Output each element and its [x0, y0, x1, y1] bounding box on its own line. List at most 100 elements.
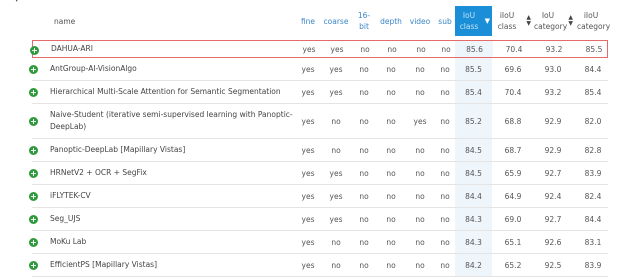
cell-depth: no [387, 44, 397, 54]
cell-iou-class: 85.4 [455, 81, 492, 103]
table-row[interactable]: + EfficientPS [Mapillary Vistas] yes no no no… [29, 254, 608, 277]
expand-plus-icon[interactable]: + [29, 88, 38, 97]
cell-iou-class: 85.6 [456, 41, 493, 57]
expand-plus-icon[interactable]: + [29, 169, 38, 178]
method-name[interactable]: HRNetV2 + OCR + SegFix [50, 162, 300, 184]
cell-depth: no [386, 116, 396, 126]
expand-plus-icon[interactable]: + [29, 117, 38, 126]
table-row[interactable]: + iFLYTEK-CV yes yes no no no no 84.4 64.9 92.4 82.… [29, 185, 608, 208]
cell-video: no [415, 260, 425, 270]
expand-plus-icon[interactable]: + [29, 238, 38, 247]
column-header-iiou-category[interactable]: iIoU category [577, 6, 610, 36]
cell-iou-category: 92.7 [544, 168, 562, 178]
column-header-iou-class[interactable]: IoU class ▼ [455, 6, 492, 36]
column-header-video[interactable]: video [406, 6, 434, 36]
cell-iiou-category: 83.1 [584, 237, 602, 247]
expand-plus-icon[interactable]: + [29, 261, 38, 270]
cell-iiou-class: 69.0 [504, 214, 522, 224]
cell-sub: no [440, 260, 450, 270]
cell-iiou-category: 82.8 [584, 145, 602, 155]
cell-fine: yes [301, 64, 315, 74]
section-header[interactable]: ▼ [14, 0, 25, 5]
method-name[interactable]: Seg_UJS [50, 208, 300, 230]
cell-video: no [415, 145, 425, 155]
cell-sub: no [440, 191, 450, 201]
table-row[interactable]: + HRNetV2 + OCR + SegFix yes yes no no no no 84.… [29, 162, 608, 185]
cell-fine: yes [301, 191, 315, 201]
cell-iiou-category: 82.4 [584, 191, 602, 201]
column-header-name[interactable]: name [54, 6, 294, 36]
cell-depth: no [386, 214, 396, 224]
column-header-depth[interactable]: depth [378, 6, 404, 36]
cell-iou-category: 93.2 [545, 44, 563, 54]
cell-sub: no [440, 214, 450, 224]
method-name[interactable]: DAHUA-ARI [51, 41, 301, 57]
cell-sub: no [440, 116, 450, 126]
method-name[interactable]: Panoptic-DeepLab [Mapillary Vistas] [50, 139, 300, 161]
expand-plus-icon[interactable]: + [29, 146, 38, 155]
cell-iiou-category: 82.0 [584, 116, 602, 126]
collapse-caret-icon[interactable]: ▼ [14, 0, 19, 3]
table-row[interactable]: + DAHUA-ARI yes yes no no no no 85.6 70.4 93.2 85.5 [30, 40, 608, 58]
cell-iiou-class: 64.9 [504, 191, 522, 201]
cell-iou-class: 84.2 [455, 254, 492, 276]
cell-bit16: no [359, 116, 369, 126]
cell-coarse: yes [329, 168, 343, 178]
cell-iiou-category: 85.4 [584, 87, 602, 97]
cell-video: no [415, 237, 425, 247]
cell-coarse: yes [329, 64, 343, 74]
cell-iiou-class: 69.6 [504, 64, 522, 74]
results-table-body: + DAHUA-ARI yes yes no no no no 85.6 70.4 93.2 85.5… [29, 40, 608, 277]
cell-iiou-category: 83.9 [584, 168, 602, 178]
sort-both-icon: ▲ ▼ [526, 14, 531, 27]
method-name[interactable]: EfficientPS [Mapillary Vistas] [50, 254, 300, 276]
expand-plus-icon[interactable]: + [30, 45, 39, 55]
cell-iou-class: 84.3 [455, 231, 492, 253]
leaderboard-page: ▼ name fine coarse 16-bit depth video su… [0, 0, 640, 280]
cell-iiou-class: 65.1 [504, 237, 522, 247]
column-header-16bit[interactable]: 16-bit [353, 6, 375, 36]
table-row[interactable]: + Seg_UJS yes yes no no no no 84.3 69.0 92.7 84.4 [29, 208, 608, 231]
column-header-iou-category[interactable]: IoU category ▲ ▼ [534, 6, 574, 36]
table-row[interactable]: + Naive-Student (iterative semi-supervise… [29, 104, 608, 139]
cell-fine: yes [302, 44, 316, 54]
column-header-iou-class-label: IoU class [459, 11, 479, 31]
cell-depth: no [386, 260, 396, 270]
table-header: name fine coarse 16-bit depth video sub … [32, 6, 610, 36]
cell-coarse: no [331, 116, 341, 126]
table-row[interactable]: + MoKu Lab yes no no no no no 84.3 65.1 92.6 83.1 [29, 231, 608, 254]
method-name[interactable]: Naive-Student (iterative semi-supervised… [50, 104, 300, 138]
table-row[interactable]: + AntGroup-AI-VisionAlgo yes yes no no no no 85.… [29, 58, 608, 81]
expand-plus-icon[interactable]: + [29, 215, 38, 224]
column-header-16bit-label: 16-bit [357, 11, 371, 31]
cell-iou-category: 92.4 [544, 191, 562, 201]
table-row[interactable]: + Panoptic-DeepLab [Mapillary Vistas] yes n… [29, 139, 608, 162]
cell-video: no [415, 64, 425, 74]
method-name[interactable]: Hierarchical Multi-Scale Attention for S… [50, 81, 300, 103]
cell-iiou-class: 65.2 [504, 260, 522, 270]
cell-iiou-category: 84.4 [584, 64, 602, 74]
table-row[interactable]: + Hierarchical Multi-Scale Attention for … [29, 81, 608, 104]
cell-bit16: no [359, 87, 369, 97]
column-header-iiou-class[interactable]: iIoU class ▲ ▼ [496, 6, 532, 36]
cell-sub: no [440, 87, 450, 97]
expand-plus-icon[interactable]: + [29, 65, 38, 74]
cell-fine: yes [301, 214, 315, 224]
column-header-depth-label: depth [380, 16, 402, 26]
column-header-coarse[interactable]: coarse [321, 6, 351, 36]
cell-video: no [415, 191, 425, 201]
cell-iou-class: 84.3 [455, 208, 492, 230]
cell-iou-category: 92.5 [544, 260, 562, 270]
cell-iou-category: 93.2 [544, 87, 562, 97]
cell-fine: yes [301, 237, 315, 247]
method-name[interactable]: iFLYTEK-CV [50, 185, 300, 207]
expand-plus-icon[interactable]: + [29, 192, 38, 201]
cell-bit16: no [359, 145, 369, 155]
column-header-sub[interactable]: sub [434, 6, 456, 36]
cell-coarse: yes [330, 44, 344, 54]
method-name[interactable]: MoKu Lab [50, 231, 300, 253]
column-header-video-label: video [409, 16, 431, 26]
cell-fine: yes [301, 145, 315, 155]
column-header-fine[interactable]: fine [297, 6, 319, 36]
method-name[interactable]: AntGroup-AI-VisionAlgo [50, 58, 300, 80]
